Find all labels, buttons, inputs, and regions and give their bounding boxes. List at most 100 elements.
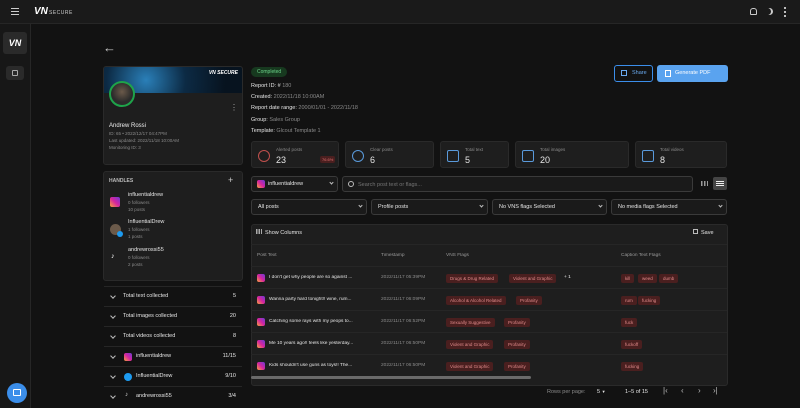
profile-filter-value: Profile posts [378,204,409,210]
list-icon [716,181,724,186]
bell-icon[interactable] [750,8,757,15]
summary-row-tiktok[interactable]: ♪ andrewrossi55 3/4 [104,386,242,406]
caption-flag-chip: rum [621,296,637,305]
post-timestamp: 2022/11/17 06:52PM [381,319,426,324]
report-range: Report date range: 2000/01/01 - 2022/11/… [251,105,358,111]
posts-filter-select[interactable]: All posts [251,199,367,215]
summary-row-images[interactable]: Total images collected 20 [104,306,242,326]
summary-label: InfluentialDrew [136,373,173,379]
alert-icon [258,150,270,162]
list-view-toggle[interactable] [713,177,727,190]
generate-pdf-button[interactable]: Generate PDF [657,65,728,82]
summary-value: 20 [229,313,236,319]
profile-menu-icon[interactable]: ⋮ [230,103,238,112]
table-row[interactable]: Me 10 years ago!! feels like yesterday..… [251,332,727,354]
profile-card: VN SECURE ⋮ Andrew Rossi ID: 65 • 2022/1… [103,66,243,165]
stat-value: 8 [660,155,666,165]
summary-label: Total text collected [123,293,169,299]
stat-value: 20 [540,155,551,165]
stat-card-clear[interactable]: Clear posts 6 [345,141,434,168]
vns-flags-select[interactable]: No VNS flags Selected [492,199,607,215]
report-range-value: 2000/01/01 - 2022/11/18 [298,105,358,111]
handles-title: HANDLES [109,178,134,184]
stat-card-images[interactable]: Total images 20 [515,141,629,168]
vns-flag-chip: Violent and Graphic [446,362,494,371]
twitter-icon [117,231,123,237]
summary-value: 11/15 [222,353,236,359]
search-field[interactable] [342,176,693,192]
search-input[interactable] [358,179,678,190]
handle-posts: 10 posts [128,207,146,212]
summary-value: 8 [232,333,236,339]
summary-row-twitter[interactable]: InfluentialDrew 9/10 [104,366,242,386]
table-row[interactable]: Catching some rays with my peops to... 2… [251,310,727,332]
table-row[interactable]: Kids shouldn't use guns as toys!! The...… [251,354,727,376]
first-page-icon[interactable]: |‹ [663,386,668,395]
column-header[interactable]: Timestamp [381,253,405,258]
stat-card-videos[interactable]: Total videos 8 [635,141,727,168]
column-header[interactable]: VNS Flags [446,253,469,258]
dots-menu-icon[interactable] [784,6,786,17]
last-page-icon[interactable]: ›| [713,386,718,395]
check-circle-icon [352,150,364,162]
handle-name[interactable]: InfluentialDrew [128,219,164,225]
tiktok-icon: ♪ [111,253,115,260]
more-flags-count[interactable]: + 1 [564,275,571,280]
instagram-icon [257,340,265,348]
post-timestamp: 2022/11/17 06:50PM [381,363,426,368]
post-text: I don't get why people are so against ..… [269,275,353,280]
account-select[interactable]: influentialdrew [251,176,338,192]
caption-flag-chip: fuck [621,318,638,327]
summary-value: 9/10 [225,373,236,379]
back-arrow-icon[interactable]: ← [103,40,116,55]
grid-view-toggle[interactable] [698,177,711,190]
vns-flag-chip: Alcohol & Alcohol Related [446,296,506,305]
post-timestamp: 2022/11/17 06:50PM [381,341,426,346]
instagram-icon [257,318,265,326]
post-text: Wanna party hard tonight!! wine, rum... [269,297,352,302]
profile-name: Andrew Rossi [109,123,147,129]
show-columns-button[interactable]: Show Columns [256,229,302,236]
next-page-icon[interactable]: › [698,386,701,395]
share-button[interactable]: Share [614,65,653,82]
nav-logo-button[interactable]: VN [3,32,27,54]
chevron-down-icon [479,203,484,208]
caption-flag-chip: kill [621,274,635,283]
summary-label: Total images collected [123,313,178,319]
summary-value: 3/4 [228,393,236,399]
prev-page-icon[interactable]: ‹ [681,386,684,395]
stat-card-text[interactable]: Total text 5 [440,141,509,168]
column-header[interactable]: Caption Text Flags [621,253,661,258]
hamburger-menu-icon[interactable] [11,8,19,15]
handle-posts: 1 posts [128,234,143,239]
save-button[interactable]: Save [693,229,714,236]
handles-card: HANDLES + influentialdrew 0 followers 10… [103,171,243,281]
posts-filter-value: All posts [258,204,279,210]
handle-name[interactable]: andrewrossi55 [128,247,164,253]
handle-name[interactable]: influentialdrew [128,192,163,198]
summary-row-instagram[interactable]: influentialdrew 11/15 [104,346,242,366]
column-header[interactable]: Post Text [257,253,277,258]
instagram-icon [110,197,120,207]
add-handle-button[interactable]: + [228,175,233,185]
handle-posts: 2 posts [128,262,143,267]
horizontal-scrollbar[interactable] [251,376,531,379]
lock-nav-button[interactable] [6,66,24,80]
profile-filter-select[interactable]: Profile posts [371,199,488,215]
vns-flag-chip: Sexually Suggestive [446,318,495,327]
stat-card-alerted[interactable]: Alerted posts 23 76.6% [251,141,339,168]
post-text: Kids shouldn't use guns as toys!! The... [269,363,353,368]
vns-flag-chip: Profanity [504,362,530,371]
vns-flags-value: No VNS flags Selected [499,204,555,210]
table-row[interactable]: I don't get why people are so against ..… [251,266,727,288]
summary-row-text[interactable]: Total text collected 5 [104,286,242,306]
media-flags-select[interactable]: No media flags Selected [611,199,727,215]
chat-button[interactable] [7,383,27,403]
rows-per-page-select[interactable]: 5 ▼ [597,389,606,395]
banner-logo: VN SECURE [208,70,238,76]
summary-row-videos[interactable]: Total videos collected 8 [104,326,242,346]
moon-icon[interactable] [766,8,773,15]
search-icon [348,181,354,187]
table-row[interactable]: Wanna party hard tonight!! wine, rum... … [251,288,727,310]
stat-label: Clear posts [370,147,393,152]
